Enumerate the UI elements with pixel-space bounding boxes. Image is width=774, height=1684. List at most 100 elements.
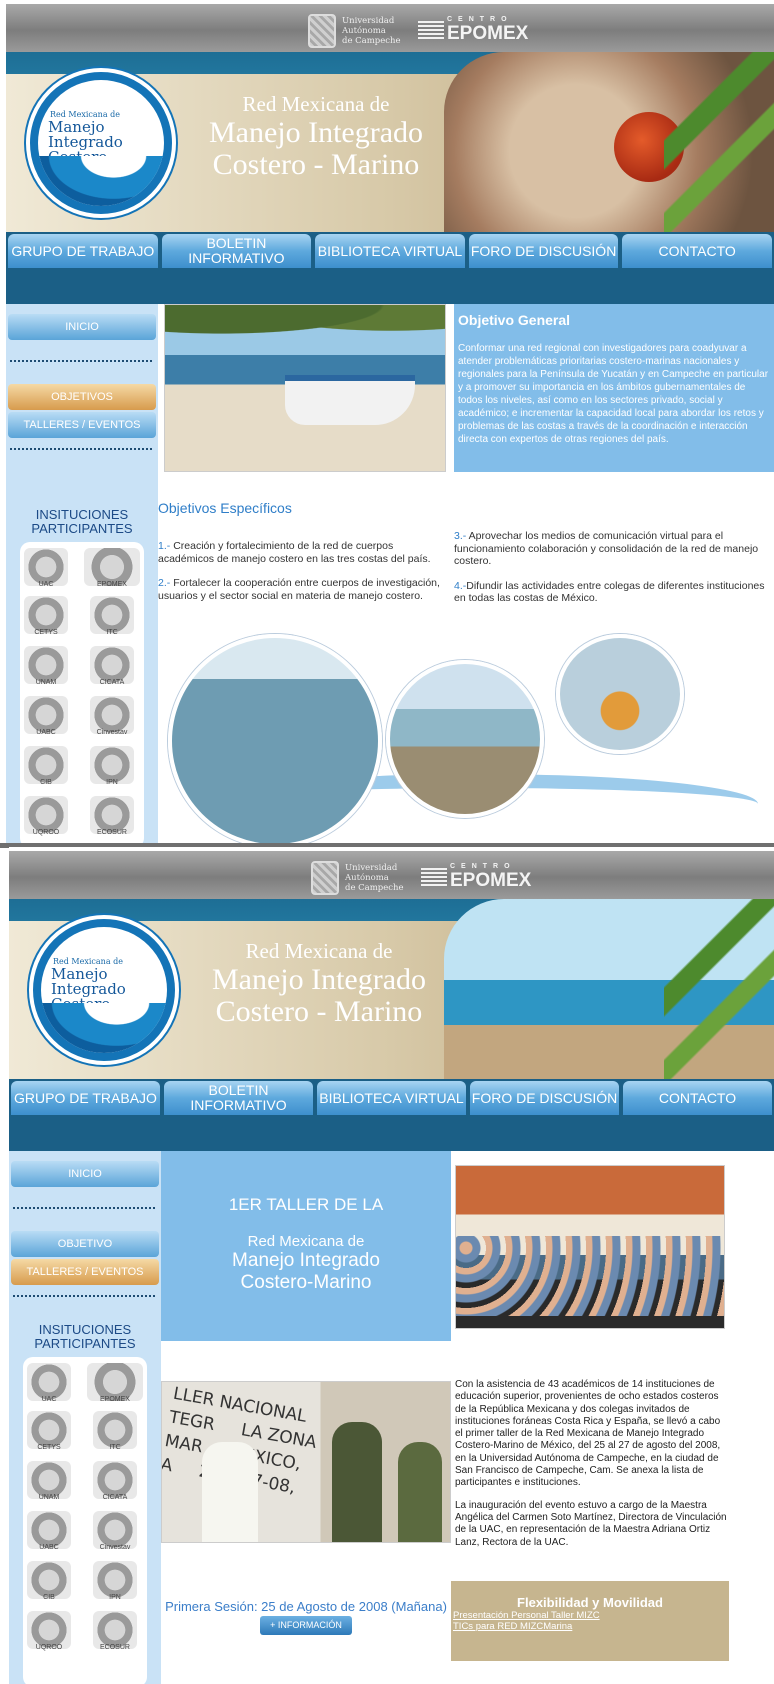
itc-logo-icon[interactable]: ITC	[93, 1411, 137, 1451]
divider	[10, 448, 152, 450]
nav-grupo-trabajo[interactable]: GRUPO de TRABAJO	[11, 1081, 160, 1115]
group-photo	[455, 1165, 725, 1329]
epomex-logo[interactable]: CENTRO EPOMEX	[421, 863, 531, 891]
sidebar-inicio[interactable]: INICIO	[11, 1161, 159, 1187]
nav-foro[interactable]: FORO de DISCUSIÓN	[470, 1081, 619, 1115]
cicata-logo-icon[interactable]: CICATA	[93, 1461, 137, 1501]
cinvestav-logo-icon[interactable]: Cinvestav	[93, 1511, 137, 1551]
header-banner: Red Mexicana de Manejo Integrado Costero…	[6, 52, 774, 232]
nav-boletin[interactable]: BOLETIN INFORMATIVO	[161, 234, 312, 268]
uac-logo[interactable]: Universidad Autónoma de Campeche	[311, 861, 404, 895]
objetivo-2: 2.- Fortalecer la cooperación entre cuer…	[158, 577, 444, 602]
ecosur-logo-icon[interactable]: ECOSUR	[93, 1611, 137, 1651]
nav-band	[9, 1115, 774, 1151]
sidebar-talleres[interactable]: TALLERES / EVENTOS	[8, 412, 156, 438]
uac-name: Universidad Autónoma de Campeche	[342, 16, 401, 46]
uabc-logo-icon[interactable]: UABC	[24, 696, 68, 736]
nav-grupo-trabajo[interactable]: GRUPO de TRABAJO	[8, 234, 158, 268]
uac-logo[interactable]: Universidad Autónoma de Campeche	[308, 14, 401, 48]
unam-logo-icon[interactable]: UNAM	[27, 1461, 71, 1501]
main-content: Objetivo General Conformar una red regio…	[158, 304, 774, 845]
taller-title-b: Red Mexicana de	[247, 1233, 365, 1250]
nav-boletin[interactable]: BOLETIN INFORMATIVO	[164, 1081, 313, 1115]
nav-biblioteca[interactable]: BIBLIOTECA VIRTUAL	[315, 234, 465, 268]
palm-icon	[664, 899, 774, 1079]
ipn-logo-icon[interactable]: IPN	[90, 746, 134, 786]
coast-photos	[158, 634, 774, 845]
taller-description: Con la asistencia de 43 académicos de 14…	[455, 1379, 727, 1559]
cetys-logo-icon[interactable]: CETYS	[24, 596, 68, 636]
objetivo-general-text: Conformar una red regional con investiga…	[458, 343, 769, 445]
objetivo-3-num: 3.-	[454, 530, 467, 542]
sidebar-objetivo[interactable]: OBJETIVO	[11, 1231, 159, 1257]
itc-logo-icon[interactable]: ITC	[90, 596, 134, 636]
sidebar-talleres[interactable]: TALLERES / EVENTOS	[11, 1259, 159, 1285]
coast-photo-1	[168, 634, 382, 845]
uabc-logo-icon[interactable]: UABC	[27, 1511, 71, 1551]
session-block: Primera Sesión: 25 de Agosto de 2008 (Ma…	[161, 1599, 451, 1635]
uac-seal-icon	[311, 861, 339, 895]
nav-biblioteca[interactable]: BIBLIOTECA VIRTUAL	[317, 1081, 466, 1115]
nav-foro[interactable]: FORO de DISCUSIÓN	[468, 234, 619, 268]
beach-boat-photo	[164, 304, 446, 472]
objetivo-1-text: Creación y fortalecimiento de la red de …	[158, 540, 431, 565]
divider	[13, 1295, 155, 1297]
objetivo-2-num: 2.-	[158, 577, 171, 589]
nav-contacto[interactable]: CONTACTO	[623, 1081, 772, 1115]
sidebar-inicio[interactable]: INICIO	[8, 314, 156, 340]
taller-para-1: Con la asistencia de 43 académicos de 14…	[455, 1379, 721, 1489]
link-presentacion[interactable]: Presentación Personal Taller MIZC	[453, 1610, 729, 1621]
banner-title-small: Red Mexicana de	[242, 92, 390, 116]
objetivo-4-num: 4.-	[454, 579, 467, 592]
link-tics[interactable]: TICs para RED MIZCMarina	[453, 1621, 729, 1632]
inauguration-photo: LLER NACIONAL TEGR LA ZONA MAR MEXICO, A…	[161, 1381, 451, 1543]
objetivo-3: 3.- Aprovechar los medios de comunicació…	[454, 530, 772, 568]
epomex-logo[interactable]: CENTRO EPOMEX	[418, 16, 528, 44]
objetivo-1-num: 1.-	[158, 540, 171, 552]
ipn-logo-icon[interactable]: IPN	[93, 1561, 137, 1601]
speaker-woman2-image	[398, 1442, 442, 1542]
uqroo-logo-icon[interactable]: UQROO	[27, 1611, 71, 1651]
top-logo-bar: Universidad Autónoma de Campeche CENTRO E…	[6, 4, 774, 52]
objetivo-1: 1.- Creación y fortalecimiento de la red…	[158, 540, 444, 565]
banner-title: Red Mexicana de Manejo Integrado Costero…	[186, 92, 446, 181]
ecosur-logo-icon[interactable]: ECOSUR	[90, 796, 134, 836]
boat-image	[285, 375, 415, 425]
banner-title-line1: Manejo Integrado	[211, 963, 427, 996]
informacion-button[interactable]: + INFORMACIÓN	[260, 1616, 352, 1635]
unam-logo-icon[interactable]: UNAM	[24, 646, 68, 686]
speaker-woman-image	[332, 1422, 382, 1542]
uqroo-logo-icon[interactable]: UQROO	[24, 796, 68, 836]
header-banner: Red Mexicana de Manejo Integrado Costero…	[9, 899, 774, 1079]
epomex-logo-icon[interactable]: EPOMEX	[84, 548, 140, 588]
epomex-logo-icon[interactable]: EPOMEX	[87, 1363, 143, 1403]
page-taller: Universidad Autónoma de Campeche CENTRO E…	[9, 847, 774, 1684]
sidebar-objetivos[interactable]: OBJETIVOS	[8, 384, 156, 410]
cetys-logo-icon[interactable]: CETYS	[27, 1411, 71, 1451]
objetivo-4: 4.-Difundir las actividades entre colega…	[454, 580, 772, 605]
main-nav: GRUPO de TRABAJO BOLETIN INFORMATIVO BIB…	[9, 1079, 774, 1115]
page-objetivos: Universidad Autónoma de Campeche CENTRO E…	[6, 0, 774, 845]
sidebar: INICIO OBJETIVO TALLERES / EVENTOS INSIT…	[9, 1151, 161, 1684]
people-image	[456, 1236, 724, 1316]
red-logo[interactable]: Red Mexicana de Manejo Integrado Costero…	[29, 915, 179, 1065]
nav-contacto[interactable]: CONTACTO	[622, 234, 772, 268]
banner-title: Red Mexicana de Manejo Integrado Costero…	[189, 939, 449, 1028]
instituciones-title: INSITUCIONES PARTICIPANTES	[31, 507, 133, 536]
objetivo-general-title: Objetivo General	[458, 312, 571, 328]
flexibilidad-title: Flexibilidad y Movilidad	[517, 1595, 663, 1610]
objetivos-col-left: 1.- Creación y fortalecimiento de la red…	[158, 540, 444, 614]
cib-logo-icon[interactable]: CIB	[27, 1561, 71, 1601]
uac-logo-icon[interactable]: UAC	[27, 1363, 71, 1403]
objetivo-2-text: Fortalecer la cooperación entre cuerpos …	[158, 577, 440, 602]
tree-canopy	[165, 305, 445, 345]
cicata-logo-icon[interactable]: CICATA	[90, 646, 134, 686]
epomex-mark-icon	[418, 21, 444, 39]
banner-title-line2: Costero - Marino	[212, 148, 420, 181]
nav-band	[6, 268, 774, 304]
red-logo[interactable]: Red Mexicana de Manejo Integrado Costero…	[26, 68, 176, 218]
cinvestav-logo-icon[interactable]: Cinvestav	[90, 696, 134, 736]
cib-logo-icon[interactable]: CIB	[24, 746, 68, 786]
palm-icon	[664, 52, 774, 232]
uac-logo-icon[interactable]: UAC	[24, 548, 68, 588]
